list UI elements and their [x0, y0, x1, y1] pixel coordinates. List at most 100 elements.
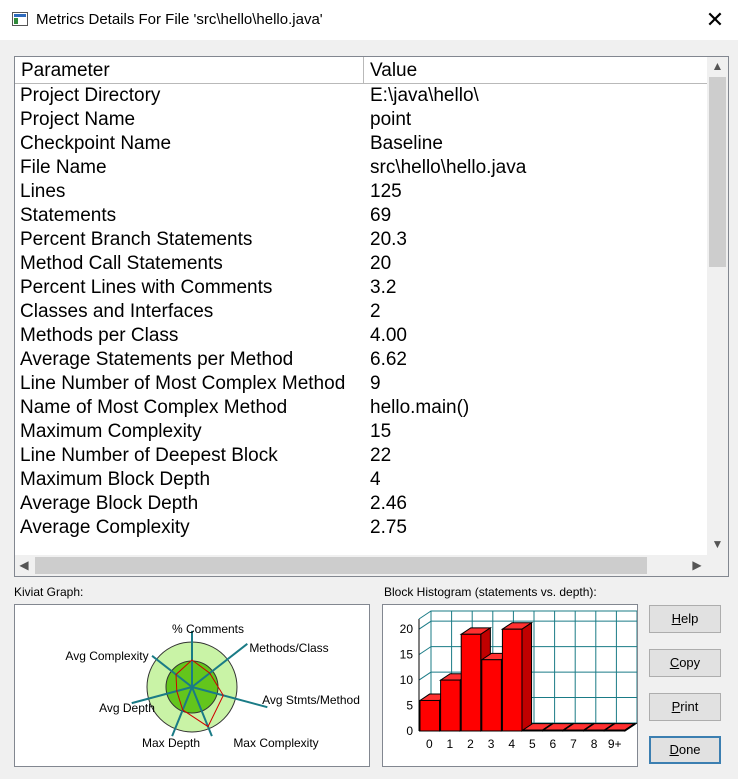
kiviat-label: Kiviat Graph: [14, 585, 84, 599]
value-cell: 9 [370, 373, 381, 394]
histogram-x-tick: 8 [591, 737, 598, 751]
kiviat-axis-label: Max Complexity [233, 736, 318, 750]
table-row[interactable]: Maximum Complexity 15 [15, 420, 708, 444]
value-cell: 15 [370, 421, 392, 442]
table-row[interactable]: Project Name point [15, 108, 708, 132]
value-cell: 22 [370, 445, 392, 466]
table-row[interactable]: Name of Most Complex Method hello.main() [15, 396, 708, 420]
title-bar: Metrics Details For File 'src\hello\hell… [0, 0, 738, 40]
table-row[interactable]: Methods per Class 4.00 [15, 324, 708, 348]
metrics-table[interactable]: Parameter Value Project Directory E:\java… [14, 56, 729, 577]
table-row[interactable]: Checkpoint Name Baseline [15, 132, 708, 156]
scroll-up-icon[interactable]: ▲ [707, 57, 728, 75]
table-row[interactable]: Average Block Depth 2.46 [15, 492, 708, 516]
histogram-y-tick: 15 [400, 648, 414, 662]
vertical-scroll-thumb[interactable] [709, 77, 726, 267]
value-cell: 20 [370, 253, 392, 274]
histogram-grid-line [418, 620, 432, 630]
parameter-cell: Line Number of Deepest Block [20, 445, 278, 466]
kiviat-graph: % Comments Methods/Class Avg Stmts/Method M… [65, 622, 360, 750]
block-histogram: 051015200 1 2 3 4 5 6 7 8 9+ [400, 610, 638, 751]
table-row[interactable]: Line Number of Most Complex Method 9 [15, 372, 708, 396]
value-cell: 4.00 [370, 325, 407, 346]
scroll-left-icon[interactable]: ◀ [15, 555, 33, 576]
histogram-x-tick: 6 [550, 737, 557, 751]
histogram-bar [460, 633, 482, 732]
parameter-cell: Statements [20, 205, 117, 226]
parameter-cell: Line Number of Most Complex Method [20, 373, 346, 394]
table-row[interactable]: Percent Lines with Comments 3.2 [15, 276, 708, 300]
close-button[interactable]: ✕ [698, 6, 732, 34]
copy-label: opy [679, 655, 701, 670]
table-row[interactable]: Classes and Interfaces 2 [15, 300, 708, 324]
histogram-grid-line [418, 610, 432, 620]
column-header-value[interactable]: Value [364, 57, 708, 83]
histogram-bar-side [521, 621, 533, 732]
parameter-cell: Project Name [20, 109, 136, 130]
print-button[interactable]: Print [649, 693, 721, 721]
value-cell: hello.main() [370, 397, 470, 418]
column-header-parameter[interactable]: Parameter [15, 57, 364, 83]
table-row[interactable]: Statements 69 [15, 204, 708, 228]
table-body: Project Directory E:\java\hello\ Project N… [15, 84, 708, 540]
parameter-cell: Maximum Complexity [20, 421, 202, 442]
histogram-x-tick: 7 [570, 737, 577, 751]
histogram-x-tick: 9+ [608, 737, 622, 751]
help-button[interactable]: Help [649, 605, 721, 633]
table-row[interactable]: Average Complexity 2.75 [15, 516, 708, 540]
kiviat-axis-label: Max Depth [142, 736, 200, 750]
histogram-bar [440, 679, 461, 732]
histogram-bar [419, 699, 441, 732]
parameter-cell: Name of Most Complex Method [20, 397, 288, 418]
table-row[interactable]: Percent Branch Statements 20.3 [15, 228, 708, 252]
vertical-scrollbar[interactable]: ▲ ▼ [707, 57, 728, 557]
parameter-cell: Method Call Statements [20, 253, 223, 274]
table-row[interactable]: Average Statements per Method 6.62 [15, 348, 708, 372]
parameter-cell: Lines [20, 181, 66, 202]
value-cell: 2.75 [370, 517, 407, 538]
parameter-cell: Percent Lines with Comments [20, 277, 273, 298]
kiviat-axis-label: Avg Complexity [65, 649, 148, 663]
help-label: elp [681, 611, 699, 626]
kiviat-axis-label: Avg Stmts/Method [262, 693, 360, 707]
table-row[interactable]: File Name src\hello\hello.java [15, 156, 708, 180]
histogram-x-tick: 2 [467, 737, 474, 751]
histogram-x-tick: 0 [426, 737, 433, 751]
value-cell: 69 [370, 205, 392, 226]
histogram-bar [604, 729, 626, 732]
parameter-cell: Percent Branch Statements [20, 229, 253, 250]
value-cell: src\hello\hello.java [370, 157, 527, 178]
parameter-cell: Project Directory [20, 85, 161, 106]
value-cell: E:\java\hello\ [370, 85, 479, 106]
done-button[interactable]: Done [649, 736, 721, 764]
histogram-x-tick: 4 [508, 737, 515, 751]
parameter-cell: File Name [20, 157, 107, 178]
copy-button[interactable]: Copy [649, 649, 721, 677]
horizontal-scrollbar[interactable]: ◀ ▶ [15, 555, 708, 576]
value-cell: 4 [370, 469, 381, 490]
parameter-cell: Average Statements per Method [20, 349, 294, 370]
table-row[interactable]: Maximum Block Depth 4 [15, 468, 708, 492]
horizontal-scroll-thumb[interactable] [35, 557, 647, 574]
done-label: one [678, 742, 701, 757]
histogram-x-tick: 3 [488, 737, 495, 751]
scroll-down-icon[interactable]: ▼ [707, 535, 728, 553]
parameter-cell: Maximum Block Depth [20, 469, 211, 490]
histogram-y-tick: 5 [406, 699, 413, 713]
scroll-right-icon[interactable]: ▶ [688, 555, 706, 576]
app-window-icon [12, 12, 28, 26]
value-cell: 125 [370, 181, 402, 202]
window-title: Metrics Details For File 'src\hello\hell… [36, 11, 323, 28]
parameter-cell: Checkpoint Name [20, 133, 172, 154]
value-cell: 6.62 [370, 349, 407, 370]
table-row[interactable]: Project Directory E:\java\hello\ [15, 84, 708, 108]
histogram-y-tick: 0 [406, 724, 413, 738]
table-row[interactable]: Method Call Statements 20 [15, 252, 708, 276]
histogram-bar [563, 729, 585, 732]
copy-mnemonic: C [669, 655, 680, 670]
histogram-bar [501, 628, 523, 732]
table-row[interactable]: Line Number of Deepest Block 22 [15, 444, 708, 468]
table-row[interactable]: Lines 125 [15, 180, 708, 204]
histogram-y-tick: 10 [400, 673, 414, 687]
value-cell: 20.3 [370, 229, 407, 250]
